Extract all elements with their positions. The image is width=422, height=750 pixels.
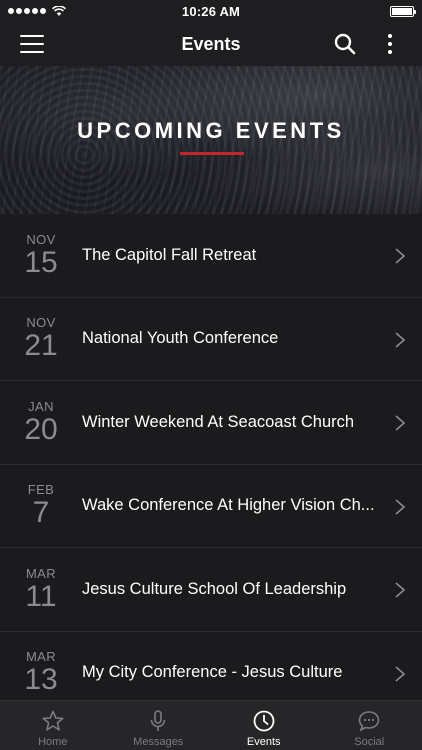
event-title: My City Conference - Jesus Culture [82, 663, 343, 682]
event-day: 20 [24, 412, 58, 446]
tab-label: Events [246, 736, 281, 748]
navigation-bar: Events [0, 22, 422, 66]
event-month: NOV [26, 231, 56, 247]
event-title: National Youth Conference [82, 329, 279, 348]
star-icon [42, 710, 64, 731]
hero-banner: UPCOMING EVENTS [0, 66, 422, 214]
clock-icon [253, 710, 275, 732]
hero-accent-line [180, 152, 244, 155]
event-date: MAR 11 [0, 565, 82, 613]
event-day: 11 [25, 579, 57, 613]
event-month: MAR [25, 565, 57, 581]
tab-social[interactable]: Social [317, 701, 422, 750]
event-day: 7 [32, 496, 50, 530]
chevron-right-icon [395, 582, 406, 598]
tab-bar: Home Messages Events Social [0, 700, 422, 750]
microphone-icon [150, 710, 166, 731]
event-month: MAR [25, 649, 57, 665]
tab-label: Social [354, 736, 385, 748]
status-bar: 10:26 AM [0, 0, 422, 22]
tab-label: Home [38, 736, 68, 748]
event-day: 15 [24, 245, 58, 279]
event-row[interactable]: NOV 15 The Capitol Fall Retreat [0, 214, 422, 298]
event-title: Wake Conference At Higher Vision Ch... [82, 496, 375, 515]
event-row[interactable]: MAR 13 My City Conference - Jesus Cultur… [0, 632, 422, 701]
event-row[interactable]: NOV 21 National Youth Conference [0, 298, 422, 381]
event-month: NOV [26, 315, 56, 331]
event-month: FEB [27, 482, 55, 498]
event-date: FEB 7 [0, 483, 82, 528]
event-title: Jesus Culture School Of Leadership [82, 579, 347, 598]
event-title: The Capitol Fall Retreat [82, 245, 257, 264]
tab-messages[interactable]: Messages [106, 701, 212, 750]
event-date: JAN 20 [0, 398, 82, 446]
hero-title: UPCOMING EVENTS [77, 118, 345, 143]
event-list: NOV 15 The Capitol Fall Retreat NOV 21 N… [0, 214, 422, 700]
event-title: Winter Weekend At Seacoast Church [82, 412, 355, 431]
chevron-right-icon [395, 248, 406, 264]
event-day: 21 [24, 329, 58, 363]
search-icon[interactable] [334, 33, 356, 55]
event-date: MAR 13 [0, 650, 82, 695]
tab-label: Messages [133, 736, 184, 748]
tab-events[interactable]: Events [211, 701, 317, 750]
more-options-icon[interactable] [380, 32, 400, 56]
chat-bubble-icon [358, 711, 380, 732]
battery-icon [390, 5, 416, 17]
event-day: 13 [24, 663, 58, 697]
chevron-right-icon [395, 498, 406, 515]
chevron-right-icon [395, 665, 406, 682]
event-date: NOV 15 [0, 231, 82, 279]
event-month: JAN [28, 398, 54, 414]
event-row[interactable]: JAN 20 Winter Weekend At Seacoast Church [0, 381, 422, 465]
chevron-right-icon [395, 331, 406, 348]
event-row[interactable]: FEB 7 Wake Conference At Higher Vision C… [0, 465, 422, 548]
status-time: 10:26 AM [181, 3, 241, 19]
event-date: NOV 21 [0, 316, 82, 361]
tab-home[interactable]: Home [0, 701, 106, 750]
page-title: Events [181, 33, 241, 54]
chevron-right-icon [395, 415, 406, 431]
event-row[interactable]: MAR 11 Jesus Culture School Of Leadershi… [0, 548, 422, 632]
